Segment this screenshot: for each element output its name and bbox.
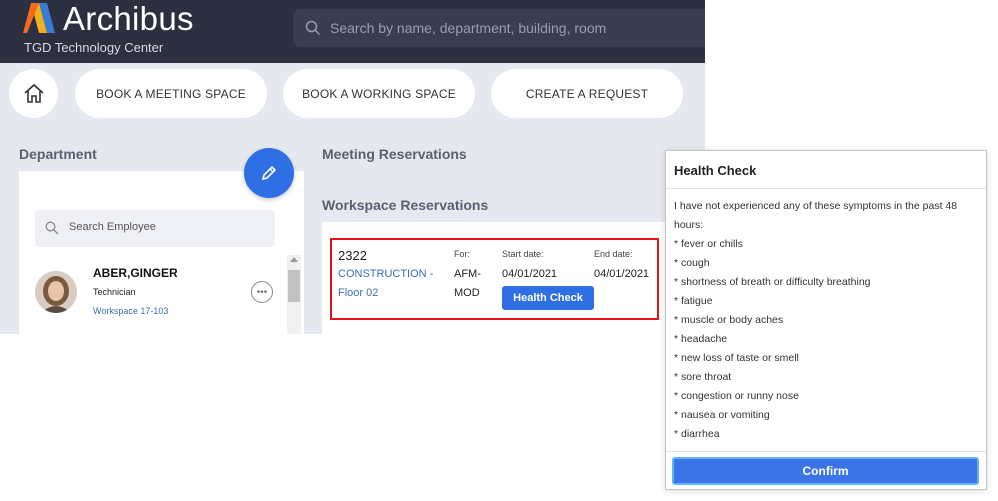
confirm-button[interactable]: Confirm (672, 457, 979, 485)
symptom-item: * headache (674, 333, 728, 345)
dialog-footer-divider (666, 451, 986, 452)
scroll-up-icon[interactable] (290, 257, 298, 262)
brand-name: Archibus (63, 0, 194, 37)
reservation-location-line1: CONSTRUCTION - (338, 268, 434, 280)
user-photo-icon (35, 271, 77, 313)
workspace-reservations-title: Workspace Reservations (322, 197, 489, 213)
meeting-reservations-title: Meeting Reservations (322, 146, 467, 162)
book-working-space-button[interactable]: BOOK A WORKING SPACE (283, 69, 475, 118)
end-date-value: 04/01/2021 (594, 268, 650, 280)
employee-search-input[interactable]: Search Employee (35, 210, 275, 247)
start-date-value: 04/01/2021 (502, 268, 558, 280)
book-meeting-space-button[interactable]: BOOK A MEETING SPACE (75, 69, 267, 118)
reservation-id: 2322 (338, 248, 367, 263)
avatar (35, 271, 77, 313)
archibus-logo-icon (23, 3, 55, 33)
symptom-item: * new loss of taste or smell (674, 352, 799, 364)
symptom-item: * muscle or body aches (674, 314, 784, 326)
symptom-item: * shortness of breath or difficulty brea… (674, 276, 871, 288)
search-icon (305, 20, 321, 36)
for-label: For: (454, 249, 471, 259)
create-request-button[interactable]: CREATE A REQUEST (491, 69, 683, 118)
employee-list-scrollbar[interactable] (287, 255, 301, 334)
for-value-line1: AFM- (454, 268, 481, 280)
more-options-icon[interactable]: ••• (251, 281, 273, 303)
app-background: Archibus TGD Technology Center Search by… (0, 0, 705, 334)
search-icon (45, 221, 59, 235)
for-value-line2: MOD (454, 287, 480, 299)
start-date-label: Start date: (502, 249, 544, 259)
end-date-label: End date: (594, 249, 633, 259)
scroll-thumb[interactable] (288, 270, 300, 302)
pencil-icon (261, 165, 277, 181)
dialog-body: I have not experienced any of these symp… (674, 197, 978, 444)
symptom-item: * diarrhea (674, 428, 720, 440)
health-check-dialog: Health Check I have not experienced any … (665, 150, 987, 490)
symptom-item: * fever or chills (674, 238, 743, 250)
edit-button[interactable] (244, 148, 294, 198)
global-search-input[interactable]: Search by name, department, building, ro… (293, 9, 705, 47)
dialog-divider (666, 188, 986, 189)
dialog-intro-line2: hours: (674, 219, 704, 231)
search-placeholder: Search by name, department, building, ro… (330, 20, 607, 36)
symptom-item: * nausea or vomiting (674, 409, 770, 421)
health-check-button[interactable]: Health Check (502, 286, 594, 310)
home-button[interactable] (9, 69, 58, 118)
symptom-item: * congestion or runny nose (674, 390, 799, 402)
dialog-intro-line1: I have not experienced any of these symp… (674, 200, 958, 212)
employee-name[interactable]: ABER,GINGER (93, 266, 178, 280)
employee-workspace: Workspace 17-103 (93, 306, 169, 316)
reservation-location-line2: Floor 02 (338, 287, 379, 299)
home-icon (23, 83, 44, 103)
department-title: Department (19, 146, 97, 162)
employee-search-placeholder: Search Employee (69, 221, 156, 233)
symptom-item: * sore throat (674, 371, 732, 383)
employee-role: Technician (93, 287, 136, 297)
symptom-item: * cough (674, 257, 710, 269)
site-name: TGD Technology Center (24, 40, 164, 55)
top-bar: Archibus TGD Technology Center Search by… (0, 0, 705, 63)
dialog-title: Health Check (674, 163, 757, 178)
symptom-item: * fatigue (674, 295, 713, 307)
